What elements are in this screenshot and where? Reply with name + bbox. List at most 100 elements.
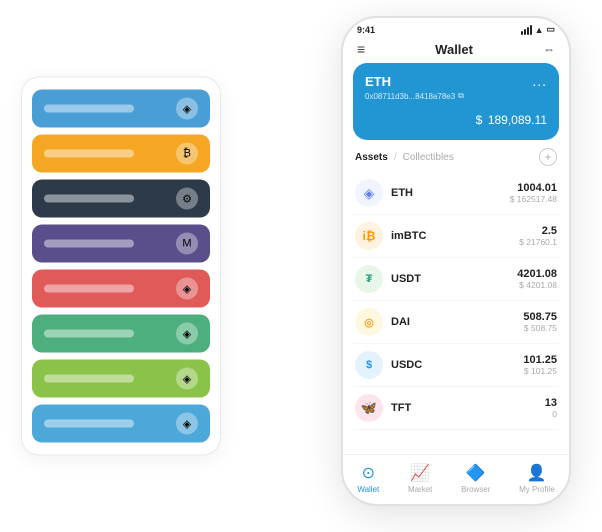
asset-amount-main: 13 bbox=[545, 397, 557, 409]
card-text-bar bbox=[44, 105, 134, 113]
card-text-bar bbox=[44, 195, 134, 203]
list-item[interactable]: ◈ bbox=[32, 405, 210, 443]
table-row[interactable]: i₿ imBTC 2.5 $ 21760.1 bbox=[353, 215, 559, 258]
card-icon: ◈ bbox=[176, 368, 198, 390]
browser-nav-icon: 🔷 bbox=[466, 463, 486, 483]
market-nav-icon: 📈 bbox=[410, 463, 430, 483]
asset-amount-usd: $ 162517.48 bbox=[510, 194, 557, 204]
signal-icon bbox=[521, 25, 532, 35]
table-row[interactable]: $ USDC 101.25 $ 101.25 bbox=[353, 344, 559, 387]
assets-tabs: Assets / Collectibles bbox=[355, 152, 454, 163]
tab-assets[interactable]: Assets bbox=[355, 152, 388, 163]
eth-card-header: ETH ... bbox=[365, 73, 547, 89]
eth-icon: ◈ bbox=[355, 179, 383, 207]
tab-collectibles[interactable]: Collectibles bbox=[403, 152, 454, 163]
asset-amounts: 101.25 $ 101.25 bbox=[523, 354, 557, 376]
asset-amount-usd: $ 21760.1 bbox=[519, 237, 557, 247]
list-item[interactable]: ₿ bbox=[32, 135, 210, 173]
card-icon: ₿ bbox=[176, 143, 198, 165]
asset-name: DAI bbox=[391, 316, 523, 328]
card-icon: ◈ bbox=[176, 98, 198, 120]
phone-frame: 9:41 ▲ ▭ ≡ Wallet ⇔ ETH ... bbox=[341, 16, 571, 506]
asset-name: USDC bbox=[391, 359, 523, 371]
eth-card-menu[interactable]: ... bbox=[532, 73, 547, 89]
list-item[interactable]: ◈ bbox=[32, 315, 210, 353]
nav-browser[interactable]: 🔷 Browser bbox=[461, 463, 490, 494]
card-icon: M bbox=[176, 233, 198, 255]
asset-amount-usd: 0 bbox=[545, 409, 557, 419]
scene: ◈ ₿ ⚙ M ◈ ◈ ◈ ◈ bbox=[21, 16, 581, 516]
asset-name: imBTC bbox=[391, 230, 519, 242]
asset-amounts: 4201.08 $ 4201.08 bbox=[517, 268, 557, 290]
card-text-bar bbox=[44, 330, 134, 338]
card-icon: ⚙ bbox=[176, 188, 198, 210]
expand-icon[interactable]: ⇔ bbox=[543, 42, 555, 56]
imbtc-icon: i₿ bbox=[355, 222, 383, 250]
asset-list: ◈ ETH 1004.01 $ 162517.48 i₿ imBTC 2.5 $… bbox=[343, 172, 569, 454]
list-item[interactable]: ◈ bbox=[32, 360, 210, 398]
usdc-icon: $ bbox=[355, 351, 383, 379]
eth-card-title: ETH bbox=[365, 74, 391, 89]
asset-amount-usd: $ 508.75 bbox=[523, 323, 557, 333]
wifi-icon: ▲ bbox=[535, 25, 544, 35]
card-stack: ◈ ₿ ⚙ M ◈ ◈ ◈ ◈ bbox=[21, 77, 221, 456]
list-item[interactable]: ◈ bbox=[32, 90, 210, 128]
dai-icon: ◎ bbox=[355, 308, 383, 336]
asset-name: ETH bbox=[391, 187, 510, 199]
page-title: Wallet bbox=[435, 42, 473, 57]
nav-market-label: Market bbox=[408, 485, 432, 494]
asset-amounts: 2.5 $ 21760.1 bbox=[519, 225, 557, 247]
asset-amount-usd: $ 101.25 bbox=[523, 366, 557, 376]
nav-browser-label: Browser bbox=[461, 485, 490, 494]
card-icon: ◈ bbox=[176, 278, 198, 300]
asset-amount-main: 508.75 bbox=[523, 311, 557, 323]
asset-name: USDT bbox=[391, 273, 517, 285]
asset-amount-usd: $ 4201.08 bbox=[517, 280, 557, 290]
time-display: 9:41 bbox=[357, 25, 375, 35]
copy-icon[interactable]: ⧉ bbox=[458, 91, 464, 101]
battery-icon: ▭ bbox=[546, 24, 555, 35]
card-text-bar bbox=[44, 285, 134, 293]
menu-icon[interactable]: ≡ bbox=[357, 41, 365, 57]
asset-amounts: 1004.01 $ 162517.48 bbox=[510, 182, 557, 204]
asset-amount-main: 4201.08 bbox=[517, 268, 557, 280]
profile-nav-icon: 👤 bbox=[527, 463, 547, 483]
table-row[interactable]: ◈ ETH 1004.01 $ 162517.48 bbox=[353, 172, 559, 215]
card-icon: ◈ bbox=[176, 413, 198, 435]
status-bar: 9:41 ▲ ▭ bbox=[343, 18, 569, 37]
bottom-nav: ⊙ Wallet 📈 Market 🔷 Browser 👤 My Profile bbox=[343, 454, 569, 504]
status-icons: ▲ ▭ bbox=[521, 24, 555, 35]
list-item[interactable]: ⚙ bbox=[32, 180, 210, 218]
asset-name: TFT bbox=[391, 402, 545, 414]
card-text-bar bbox=[44, 420, 134, 428]
tab-slash: / bbox=[394, 152, 397, 163]
table-row[interactable]: ◎ DAI 508.75 $ 508.75 bbox=[353, 301, 559, 344]
card-icon: ◈ bbox=[176, 323, 198, 345]
card-text-bar bbox=[44, 375, 134, 383]
asset-amount-main: 2.5 bbox=[519, 225, 557, 237]
eth-card-amount: $ 189,089.11 bbox=[365, 107, 547, 130]
nav-market[interactable]: 📈 Market bbox=[408, 463, 432, 494]
nav-profile-label: My Profile bbox=[519, 485, 555, 494]
eth-card[interactable]: ETH ... 0x08711d3b...8418a78e3 ⧉ $ 189,0… bbox=[353, 63, 559, 140]
phone-header: ≡ Wallet ⇔ bbox=[343, 37, 569, 63]
assets-header: Assets / Collectibles + bbox=[343, 148, 569, 172]
add-asset-button[interactable]: + bbox=[539, 148, 557, 166]
nav-profile[interactable]: 👤 My Profile bbox=[519, 463, 555, 494]
list-item[interactable]: ◈ bbox=[32, 270, 210, 308]
asset-amounts: 508.75 $ 508.75 bbox=[523, 311, 557, 333]
card-text-bar bbox=[44, 150, 134, 158]
card-text-bar bbox=[44, 240, 134, 248]
wallet-nav-icon: ⊙ bbox=[362, 463, 375, 483]
asset-amount-main: 1004.01 bbox=[510, 182, 557, 194]
eth-card-address: 0x08711d3b...8418a78e3 ⧉ bbox=[365, 91, 547, 101]
table-row[interactable]: 🦋 TFT 13 0 bbox=[353, 387, 559, 430]
usdt-icon: ₮ bbox=[355, 265, 383, 293]
asset-amounts: 13 0 bbox=[545, 397, 557, 419]
list-item[interactable]: M bbox=[32, 225, 210, 263]
nav-wallet[interactable]: ⊙ Wallet bbox=[357, 463, 379, 494]
nav-wallet-label: Wallet bbox=[357, 485, 379, 494]
table-row[interactable]: ₮ USDT 4201.08 $ 4201.08 bbox=[353, 258, 559, 301]
asset-amount-main: 101.25 bbox=[523, 354, 557, 366]
tft-icon: 🦋 bbox=[355, 394, 383, 422]
